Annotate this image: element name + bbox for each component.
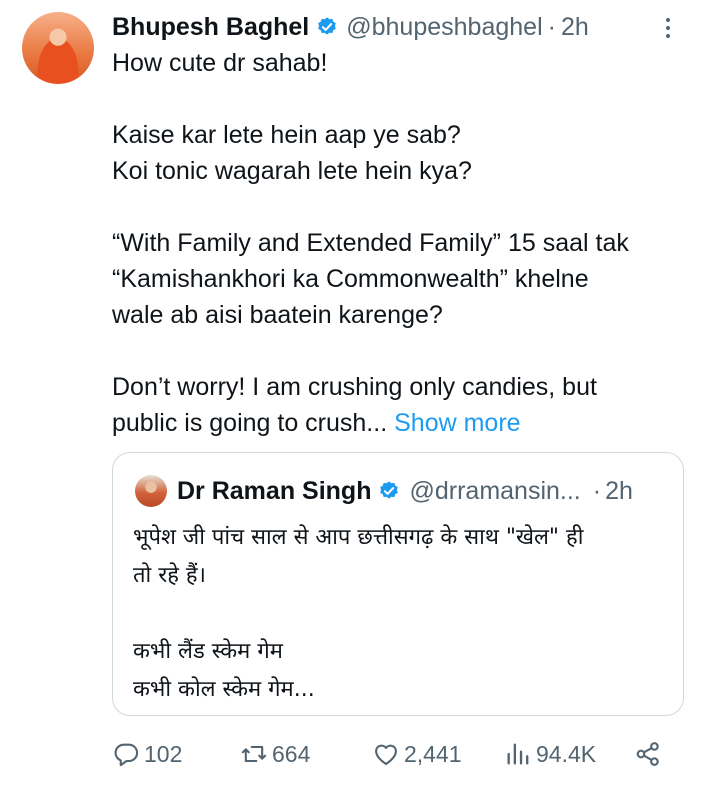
tweet-line [112, 333, 692, 369]
tweet-line: How cute dr sahab! [112, 49, 328, 77]
quoted-line: कभी कोल स्केम गेम... [133, 677, 315, 702]
quoted-tweet-time[interactable]: 2h [605, 477, 633, 506]
tweet-line: Don’t worry! I am crushing only candies,… [112, 373, 597, 401]
reply-count: 102 [144, 740, 183, 767]
action-bar: 102 664 2,441 94.4K [112, 734, 672, 774]
verified-badge-icon [380, 481, 399, 499]
retweet-count: 664 [272, 740, 311, 767]
quoted-tweet-card[interactable]: Dr Raman Singh @drramansin... · 2h भूपेश… [112, 452, 684, 716]
reply-icon [114, 743, 139, 767]
tweet-line: Kaise kar lete hein aap ye sab? [112, 121, 461, 149]
separator-dot: · [547, 12, 556, 41]
views-count: 94.4K [536, 740, 597, 767]
share-icon [636, 742, 659, 766]
quoted-tweet-text: भूपेश जी पांच साल से आप छत्तीसगढ़ के साथ… [133, 519, 673, 709]
author-handle[interactable]: @bhupeshbaghel [346, 13, 542, 42]
quoted-author-handle[interactable]: @drramansin... [409, 477, 580, 506]
separator-dot: · [592, 476, 602, 505]
quoted-author-name[interactable]: Dr Raman Singh [177, 477, 371, 506]
tweet-line: Koi tonic wagarah lete hein kya? [112, 157, 472, 185]
heart-icon [375, 744, 397, 765]
views-chart-icon [507, 743, 529, 765]
quoted-line [133, 595, 673, 633]
tweet-header: Bhupesh Baghel @bhupeshbaghel · 2h [112, 10, 589, 44]
show-more-link[interactable]: Show more [394, 409, 520, 437]
tweet-last-line: public is going to crush... Show more [112, 405, 692, 441]
avatar-logo-icon [28, 18, 54, 34]
tweet-line: wale ab aisi baatein karenge? [112, 301, 443, 329]
more-options-icon[interactable] [660, 14, 676, 42]
retweet-icon [241, 745, 267, 763]
retweet-button[interactable]: 664 [240, 734, 310, 774]
author-avatar[interactable] [22, 12, 94, 84]
tweet-time[interactable]: 2h [561, 13, 589, 42]
share-button[interactable] [634, 734, 662, 774]
quoted-tweet-header: Dr Raman Singh @drramansin... · 2h [177, 471, 633, 511]
like-count: 2,441 [404, 740, 462, 767]
tweet-line: “With Family and Extended Family” 15 saa… [112, 229, 629, 257]
quoted-line: कभी लैंड स्केम गेम [133, 639, 283, 664]
views-button[interactable]: 94.4K [504, 734, 596, 774]
reply-button[interactable]: 102 [112, 734, 182, 774]
author-name[interactable]: Bhupesh Baghel [112, 13, 309, 42]
quoted-author-avatar[interactable] [135, 475, 167, 507]
quoted-line: भूपेश जी पांच साल से आप छत्तीसगढ़ के साथ… [133, 525, 584, 550]
verified-badge-icon [318, 17, 337, 35]
tweet-line: “Kamishankhori ka Commonwealth” khelne [112, 265, 589, 293]
like-button[interactable]: 2,441 [372, 734, 462, 774]
tweet-line [112, 189, 692, 225]
tweet-truncated-text: public is going to crush... [112, 409, 388, 437]
tweet-line [112, 81, 692, 117]
tweet-text: How cute dr sahab! Kaise kar lete hein a… [112, 45, 692, 441]
quoted-line: तो रहे हैं। [133, 563, 206, 588]
